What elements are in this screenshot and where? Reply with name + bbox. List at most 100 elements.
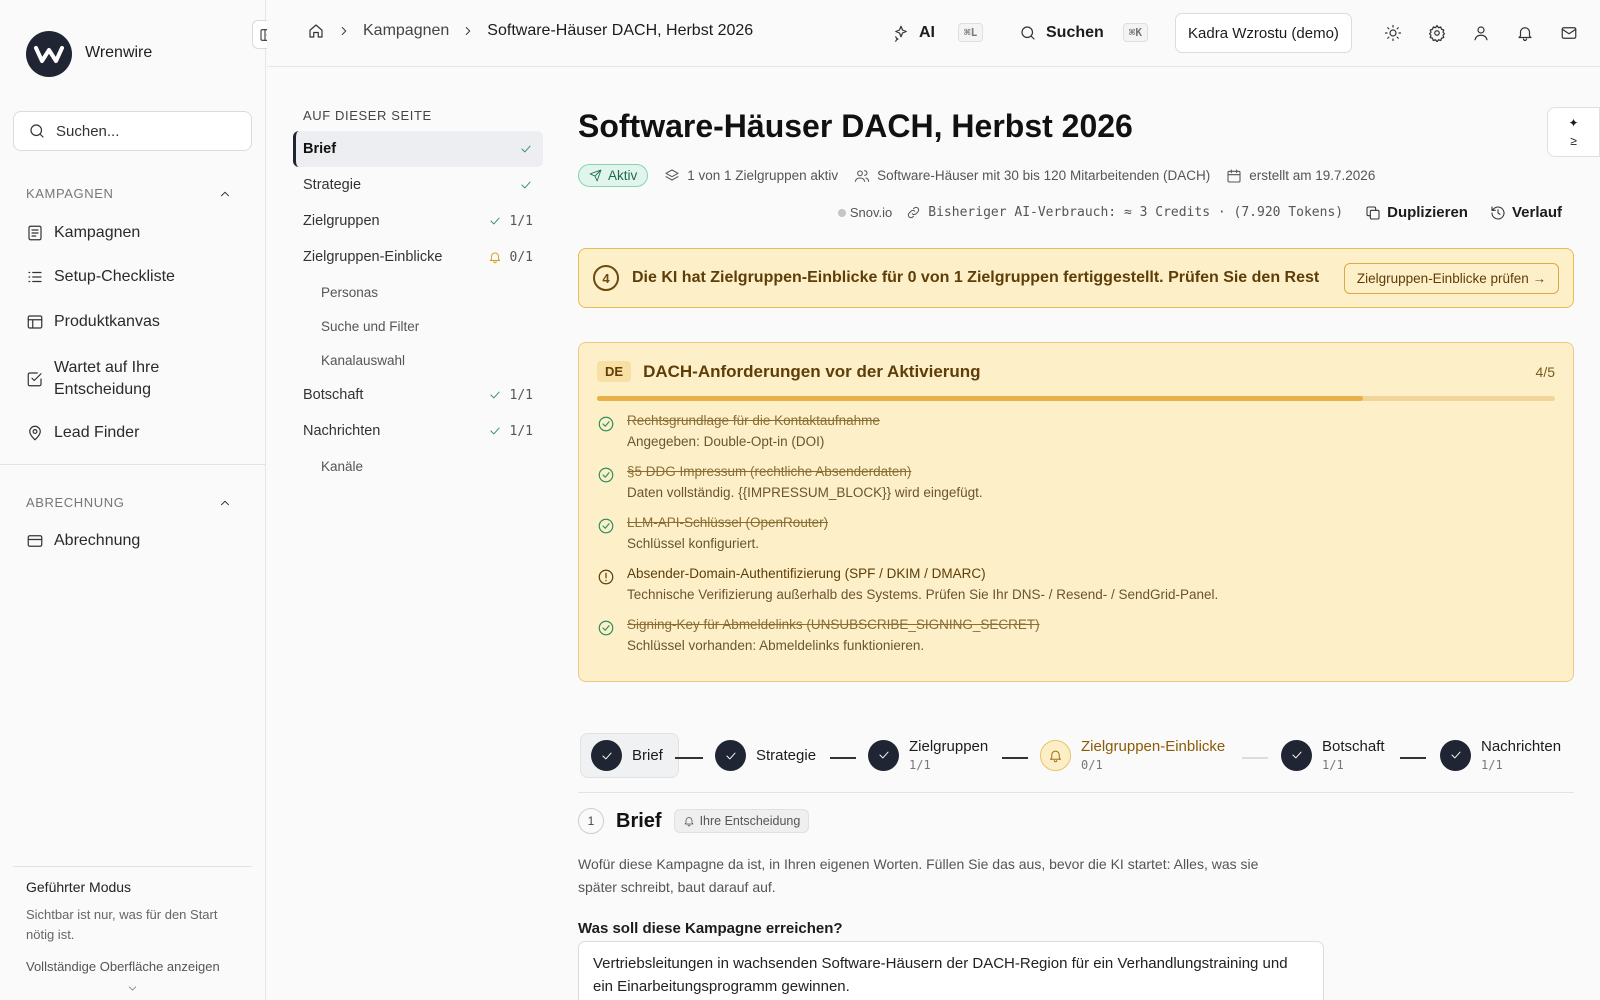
step-nachrichten[interactable]: Nachrichten 1/1 <box>1440 738 1561 772</box>
requirement-item: Signing-Key für Abmeldelinks (UNSUBSCRIB… <box>597 617 1555 668</box>
step-label: Zielgruppen-Einblicke <box>1081 738 1226 755</box>
search-shortcut: ⌘K <box>1122 23 1149 42</box>
toc-item-nachrichten[interactable]: Nachrichten 1/1 <box>293 413 543 449</box>
toc-item-brief[interactable]: Brief <box>293 131 543 167</box>
users-icon <box>854 169 870 182</box>
sidebar-item-awaiting-decision[interactable]: Wartet auf Ihre Entscheidung <box>26 357 246 401</box>
toc-label: Kanalauswahl <box>321 352 406 368</box>
duplicate-button[interactable]: Duplizieren <box>1365 204 1468 221</box>
toc-count: 1/1 <box>509 423 533 439</box>
sidebar-item-setup-checklist[interactable]: Setup-Checkliste <box>26 268 246 286</box>
toc-item-kanaele[interactable]: Kanäle <box>293 449 543 483</box>
step-strategie[interactable]: Strategie <box>715 740 816 771</box>
requirements-count: 4/5 <box>1535 363 1555 380</box>
search-button[interactable]: Suchen ⌘K <box>1019 23 1149 42</box>
section-billing[interactable]: ABRECHNUNG <box>26 495 232 510</box>
expand-icon[interactable]: ≥ <box>1570 134 1577 148</box>
list-icon <box>28 225 42 241</box>
logo-icon[interactable] <box>26 31 72 77</box>
toc-item-kanalauswahl[interactable]: Kanalauswahl <box>293 343 543 377</box>
user-icon[interactable] <box>1472 24 1490 42</box>
history-button[interactable]: Verlauf <box>1490 204 1562 221</box>
sidebar-item-label: Abrechnung <box>54 532 141 549</box>
check-icon <box>521 181 531 189</box>
floating-toolbar[interactable]: ✦ ≥ <box>1547 107 1600 157</box>
mail-icon[interactable] <box>1560 24 1578 42</box>
requirement-title: Signing-Key für Abmeldelinks (UNSUBSCRIB… <box>627 617 1040 632</box>
toc-count: 0/1 <box>509 249 533 265</box>
step-brief[interactable]: Brief <box>580 733 679 778</box>
history-label: Verlauf <box>1511 204 1562 221</box>
plus-icon[interactable]: ✦ <box>1568 116 1578 130</box>
brief-section-header: 1 Brief Ihre Entscheidung <box>578 808 810 834</box>
requirement-title: Rechtsgrundlage für die Kontaktaufnahme <box>627 413 880 428</box>
guided-mode-desc: Sichtbar ist nur, was für den Start nöti… <box>26 907 218 942</box>
step-label: Strategie <box>756 747 817 764</box>
requirement-detail: Schlüssel konfiguriert. <box>627 536 760 551</box>
ai-button[interactable]: AI ⌘L <box>892 23 984 42</box>
toc-item-botschaft[interactable]: Botschaft 1/1 <box>293 377 543 413</box>
sidebar-item-lead-finder[interactable]: Lead Finder <box>26 424 246 442</box>
toc-item-suche-filter[interactable]: Suche und Filter <box>293 309 543 343</box>
copy-icon <box>1366 205 1380 220</box>
bell-icon[interactable] <box>1516 24 1534 42</box>
requirement-title: §5 DDG Impressum (rechtliche Absenderdat… <box>627 464 912 479</box>
step-botschaft[interactable]: Botschaft 1/1 <box>1281 738 1385 772</box>
history-icon <box>1491 205 1505 219</box>
chevron-up-icon <box>221 500 229 505</box>
chevron-down-icon[interactable] <box>126 982 139 995</box>
breadcrumb-campaigns[interactable]: Kampagnen <box>363 22 449 40</box>
ai-usage: Bisheriger AI-Verbrauch: ≈ 3 Credits · (… <box>906 205 1343 220</box>
requirement-detail: Schlüssel vorhanden: Abmeldelinks funkti… <box>627 638 925 653</box>
requirement-item: Rechtsgrundlage für die Kontaktaufnahme A… <box>597 413 1555 464</box>
ai-shortcut: ⌘L <box>958 23 984 42</box>
step-count: 0/1 <box>1081 758 1103 772</box>
chevron-up-icon <box>221 191 229 196</box>
chevron-right-icon <box>466 27 471 35</box>
calendar-icon <box>1227 168 1241 183</box>
sparkles-icon <box>895 25 907 42</box>
meta-created: erstellt am 19.7.2026 <box>1226 168 1375 184</box>
gear-icon[interactable] <box>1428 24 1446 42</box>
sidebar-search[interactable] <box>13 111 252 151</box>
send-icon <box>589 169 602 182</box>
check-icon <box>489 217 500 225</box>
sun-icon[interactable] <box>1384 24 1402 42</box>
on-this-page-heading: AUF DIESER SEITE <box>303 108 432 123</box>
sidebar-item-label: Kampagnen <box>54 224 141 241</box>
decision-tag-label: Ihre Entscheidung <box>699 814 801 828</box>
sidebar-search-input[interactable] <box>56 122 226 140</box>
goal-question-label: Was soll diese Kampagne erreichen? <box>578 920 843 937</box>
section-campaigns[interactable]: KAMPAGNEN <box>26 186 232 201</box>
show-full-ui-link[interactable]: Vollständige Oberfläche anzeigen <box>26 959 239 974</box>
check-icon <box>489 427 500 435</box>
requirement-title: LLM-API-Schlüssel (OpenRouter) <box>627 515 829 530</box>
step-zielgruppen-einblicke[interactable]: Zielgruppen-Einblicke 0/1 <box>1040 738 1225 772</box>
sidebar-item-label: Lead Finder <box>54 424 140 441</box>
step-label: Zielgruppen <box>909 738 989 755</box>
home-icon[interactable] <box>307 22 325 40</box>
map-pin-icon <box>29 425 41 441</box>
insights-alert: 4 Die KI hat Zielgruppen-Einblicke für 0… <box>578 248 1574 308</box>
check-circle-icon <box>598 518 614 534</box>
created-text: erstellt am 19.7.2026 <box>1249 168 1376 183</box>
toc-item-strategie[interactable]: Strategie <box>293 167 543 203</box>
step-check-icon <box>868 739 899 771</box>
review-insights-button[interactable]: Zielgruppen-Einblicke prüfen → <box>1343 262 1559 294</box>
meta-audience: Software-Häuser mit 30 bis 120 Mitarbeit… <box>854 168 1210 184</box>
step-connector <box>675 757 703 759</box>
step-count: 1/1 <box>909 758 931 772</box>
step-zielgruppen[interactable]: Zielgruppen 1/1 <box>868 738 988 772</box>
goal-answer-field[interactable]: Vertriebsleitungen in wachsenden Softwar… <box>578 941 1324 1000</box>
toc-label: Zielgruppen <box>303 213 380 229</box>
toc-item-personas[interactable]: Personas <box>293 275 543 309</box>
step-label: Brief <box>632 747 663 764</box>
status-badge-label: Aktiv <box>608 168 638 183</box>
toc-label: Zielgruppen-Einblicke <box>303 249 443 265</box>
sidebar-item-billing[interactable]: Abrechnung <box>26 532 246 550</box>
toc-item-zielgruppen-einblicke[interactable]: Zielgruppen-Einblicke 0/1 <box>293 239 543 275</box>
toc-item-zielgruppen[interactable]: Zielgruppen 1/1 <box>293 203 543 239</box>
sidebar-item-kampagnen[interactable]: Kampagnen <box>26 224 246 242</box>
sidebar-item-product-canvas[interactable]: Produktkanvas <box>26 313 246 331</box>
workspace-switcher[interactable]: Kadra Wzrostu (demo) <box>1175 13 1352 53</box>
